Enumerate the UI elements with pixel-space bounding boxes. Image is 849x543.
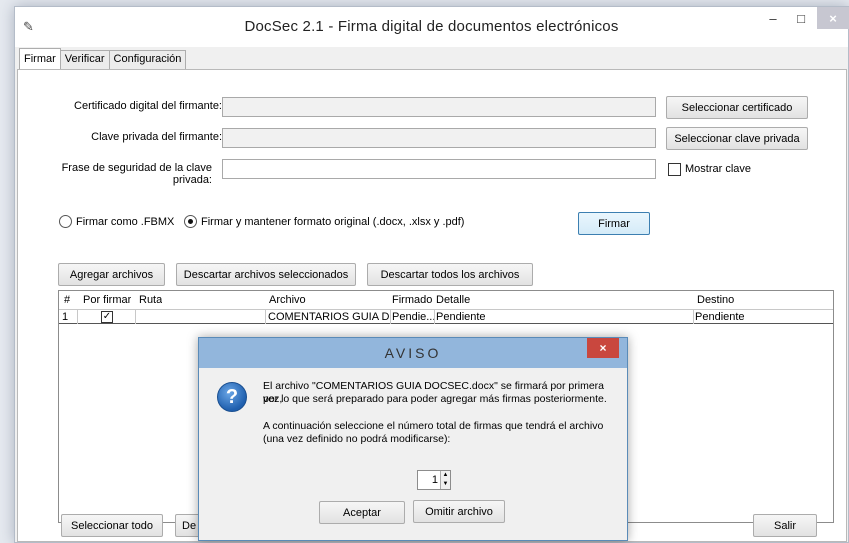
col-divider [434,309,435,324]
dialog-close-button[interactable]: × [587,338,619,358]
cell-detalle: Pendiente [436,311,486,323]
col-num[interactable]: # [64,294,70,306]
spinner-up-icon[interactable]: ▲ [441,471,450,480]
col-divider [265,309,266,324]
question-icon: ? [217,382,247,412]
cell-archivo: COMENTARIOS GUIA D... [268,311,390,323]
discard-selected-button[interactable]: Descartar archivos seleccionados [176,263,356,286]
tab-firmar[interactable]: Firmar [19,48,61,69]
col-por-firmar[interactable]: Por firmar [83,294,131,306]
cert-field [222,97,656,117]
col-archivo[interactable]: Archivo [269,294,306,306]
spinner-down-icon[interactable]: ▼ [441,480,450,489]
radio-fbmx[interactable] [59,215,72,228]
add-files-button[interactable]: Agregar archivos [58,263,165,286]
discard-all-button[interactable]: Descartar todos los archivos [367,263,533,286]
col-divider [77,309,78,324]
dialog-line-3: A continuación seleccione el número tota… [263,420,604,432]
show-key-label: Mostrar clave [685,163,752,175]
spinner-value: 1 [431,474,438,486]
tab-bar: Firmar Verificar Configuración [19,48,187,70]
cert-label: Certificado digital del firmante: [74,100,222,112]
minimize-button[interactable]: – [759,7,787,29]
select-key-button[interactable]: Seleccionar clave privada [666,127,808,150]
col-ruta[interactable]: Ruta [139,294,162,306]
radio-fbmx-label: Firmar como .FBMX [76,216,175,228]
signatures-count-spinner[interactable]: 1 ▲ ▼ [417,470,451,490]
tab-verificar[interactable]: Verificar [59,50,110,69]
dialog-title: AVISO [384,345,442,361]
pass-input[interactable] [222,159,656,179]
maximize-button[interactable]: □ [787,7,815,29]
select-cert-button[interactable]: Seleccionar certificado [666,96,808,119]
col-destino[interactable]: Destino [697,294,734,306]
show-key-checkbox[interactable] [668,163,681,176]
exit-button[interactable]: Salir [753,514,817,537]
col-divider [135,309,136,324]
radio-original[interactable] [184,215,197,228]
col-detalle[interactable]: Detalle [436,294,470,306]
row-checkbox[interactable]: ✓ [101,311,113,323]
cell-num: 1 [62,311,69,323]
spinner-arrows[interactable]: ▲ ▼ [440,471,450,489]
col-divider [390,309,391,324]
window-title: DocSec 2.1 - Firma digital de documentos… [244,18,619,35]
close-button[interactable]: × [817,7,849,29]
cell-firmado: Pendie... [392,311,434,323]
radio-selected-dot [188,219,193,224]
key-label: Clave privada del firmante: [91,131,222,143]
dialog-line-2: por lo que será preparado para poder agr… [263,393,607,405]
accept-button[interactable]: Aceptar [319,501,405,524]
table-row[interactable]: 1 ✓ COMENTARIOS GUIA D... Pendie... Pend… [59,309,833,324]
title-bar[interactable]: ✎ DocSec 2.1 - Firma digital de document… [15,7,849,47]
key-field [222,128,656,148]
aviso-dialog: AVISO × ? El archivo "COMENTARIOS GUIA D… [198,337,628,541]
dialog-body: ? El archivo "COMENTARIOS GUIA DOCSEC.do… [205,368,621,536]
tab-configuracion[interactable]: Configuración [108,50,187,69]
select-all-button[interactable]: Seleccionar todo [61,514,163,537]
radio-original-label: Firmar y mantener formato original (.doc… [201,216,465,228]
pass-label: Frase de seguridad de la clave privada: [61,162,212,186]
col-divider [693,309,694,324]
skip-file-button[interactable]: Omitir archivo [413,500,505,523]
dialog-title-bar[interactable]: AVISO × [199,338,627,368]
dialog-line-4: (una vez definido no podrá modificarse): [263,433,451,445]
sign-button[interactable]: Firmar [578,212,650,235]
col-firmado[interactable]: Firmado [392,294,432,306]
cell-destino: Pendiente [695,311,745,323]
